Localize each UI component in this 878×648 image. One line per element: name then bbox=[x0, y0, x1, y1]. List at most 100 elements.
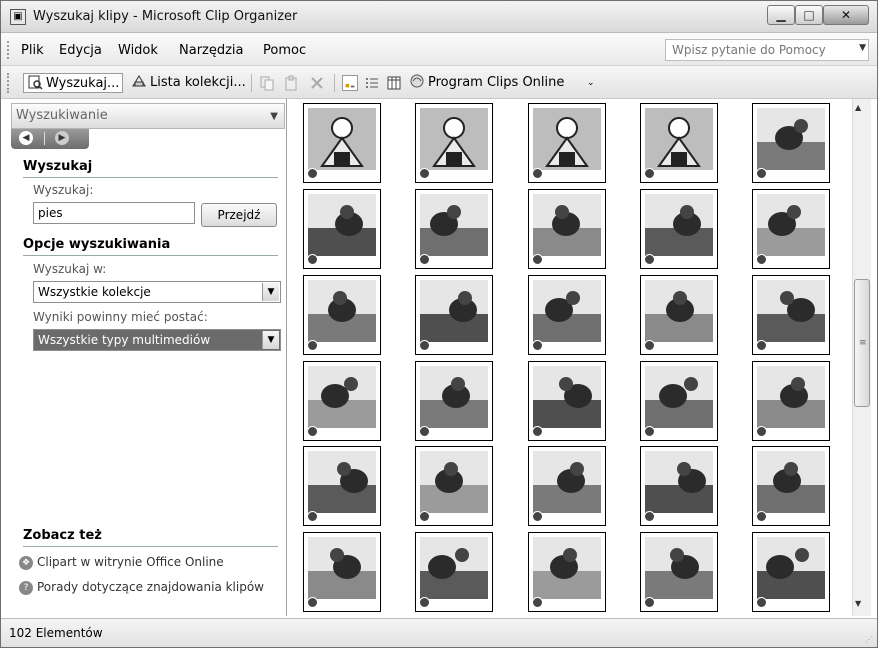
section-divider bbox=[23, 177, 278, 178]
menu-bar: Plik Edycja Widok Narzędzia Pomoc Wpisz … bbox=[1, 33, 877, 66]
results-type-select[interactable]: Wszystkie typy multimediów ▼ bbox=[33, 329, 281, 351]
boxer-dog-photo bbox=[308, 366, 376, 428]
clip-type-badge-icon bbox=[756, 340, 767, 351]
forward-icon[interactable]: ▶ bbox=[55, 131, 69, 145]
menu-widok[interactable]: Widok bbox=[118, 43, 158, 58]
menu-plik[interactable]: Plik bbox=[21, 43, 44, 58]
see-also-title: Zobacz też bbox=[23, 528, 102, 543]
see-also-clipart-link[interactable]: ❖ Clipart w witrynie Office Online bbox=[19, 555, 224, 570]
help-question-input[interactable]: Wpisz pytanie do Pomocy ▼ bbox=[665, 39, 869, 61]
dog-walk-photo bbox=[757, 108, 825, 170]
toolbar-separator bbox=[334, 74, 335, 92]
search-input[interactable]: pies bbox=[33, 202, 195, 224]
clip-thumbnail[interactable] bbox=[303, 446, 381, 526]
clip-thumbnail[interactable] bbox=[415, 361, 493, 441]
clip-thumbnail[interactable] bbox=[640, 532, 718, 612]
clip-thumbnail[interactable] bbox=[415, 446, 493, 526]
clip-type-badge-icon bbox=[307, 597, 318, 608]
rider-beach-photo bbox=[533, 451, 601, 513]
clip-thumbnail[interactable] bbox=[528, 275, 606, 355]
scrollbar-thumb[interactable]: ≡ bbox=[854, 279, 870, 407]
clip-thumbnail[interactable] bbox=[752, 275, 830, 355]
collection-list-button[interactable]: Lista kolekcji... bbox=[131, 73, 246, 93]
back-icon[interactable]: ◀ bbox=[19, 131, 33, 145]
clip-thumbnail[interactable] bbox=[752, 446, 830, 526]
clip-thumbnail[interactable] bbox=[752, 189, 830, 269]
clip-thumbnail[interactable] bbox=[415, 189, 493, 269]
clip-thumbnail[interactable] bbox=[528, 103, 606, 183]
clip-thumbnail[interactable] bbox=[640, 446, 718, 526]
clip-type-badge-icon bbox=[644, 168, 655, 179]
task-pane-navigation: ◀ ▶ bbox=[11, 129, 89, 149]
clip-type-badge-icon bbox=[307, 426, 318, 437]
black-dog-photo bbox=[308, 280, 376, 342]
list-view-icon[interactable] bbox=[364, 75, 380, 91]
dropdown-arrow-icon[interactable]: ▼ bbox=[859, 43, 866, 53]
clip-thumbnail[interactable] bbox=[640, 189, 718, 269]
go-button[interactable]: Przejdź bbox=[201, 203, 277, 227]
dogs-on-shore-photo bbox=[533, 194, 601, 256]
snowy-field-photo bbox=[308, 451, 376, 513]
clip-type-badge-icon bbox=[756, 168, 767, 179]
maximize-button[interactable]: □ bbox=[795, 5, 823, 25]
man-and-boy-photo bbox=[308, 194, 376, 256]
task-pane-title: Wyszukiwanie bbox=[16, 108, 108, 123]
nav-divider bbox=[44, 132, 45, 145]
details-view-icon[interactable] bbox=[386, 75, 402, 91]
clip-thumbnail[interactable] bbox=[303, 275, 381, 355]
clips-online-button[interactable]: Program Clips Online bbox=[409, 73, 564, 93]
doghouse-clipart bbox=[533, 108, 601, 170]
clip-type-badge-icon bbox=[419, 511, 430, 522]
toolbar-grip[interactable] bbox=[7, 73, 10, 93]
dropdown-arrow-icon[interactable]: ▼ bbox=[262, 283, 279, 301]
menu-narzedzia[interactable]: Narzędzia bbox=[179, 43, 244, 58]
clip-thumbnail[interactable] bbox=[415, 275, 493, 355]
toolbar-overflow-icon[interactable]: ⌄ bbox=[587, 73, 595, 93]
clip-thumbnail[interactable] bbox=[415, 532, 493, 612]
clip-thumbnail[interactable] bbox=[415, 103, 493, 183]
clip-thumbnail[interactable] bbox=[303, 189, 381, 269]
chevron-down-icon[interactable]: ▼ bbox=[270, 111, 278, 122]
item-count: 102 Elementów bbox=[9, 626, 103, 640]
clip-type-badge-icon bbox=[307, 340, 318, 351]
see-also-tips-link[interactable]: ? Porady dotyczące znajdowania klipów bbox=[19, 580, 264, 595]
task-pane-header[interactable]: Wyszukiwanie ▼ bbox=[11, 103, 285, 129]
clip-type-badge-icon bbox=[644, 426, 655, 437]
app-icon[interactable]: ▣ bbox=[10, 9, 26, 25]
app-window: ▣ Wyszukaj klipy - Microsoft Clip Organi… bbox=[0, 0, 878, 648]
menu-edycja[interactable]: Edycja bbox=[59, 43, 102, 58]
clip-type-badge-icon bbox=[532, 511, 543, 522]
see-also-tips-label: Porady dotyczące znajdowania klipów bbox=[37, 580, 264, 594]
thumbnails-view-icon[interactable] bbox=[342, 75, 358, 91]
clip-thumbnail[interactable] bbox=[528, 532, 606, 612]
clip-thumbnail[interactable] bbox=[640, 275, 718, 355]
copy-icon[interactable] bbox=[259, 75, 275, 91]
clip-thumbnail[interactable] bbox=[640, 103, 718, 183]
section-divider bbox=[23, 546, 278, 547]
dropdown-arrow-icon[interactable]: ▼ bbox=[262, 331, 279, 349]
clip-thumbnail[interactable] bbox=[303, 361, 381, 441]
minimize-button[interactable]: ▁ bbox=[767, 5, 795, 25]
paste-icon[interactable] bbox=[283, 75, 299, 91]
clips-online-icon bbox=[410, 74, 424, 88]
clip-thumbnail[interactable] bbox=[303, 103, 381, 183]
clip-thumbnail[interactable] bbox=[303, 532, 381, 612]
clip-thumbnail[interactable] bbox=[528, 189, 606, 269]
clip-thumbnail[interactable] bbox=[752, 103, 830, 183]
clip-thumbnail[interactable] bbox=[752, 532, 830, 612]
clip-thumbnail[interactable] bbox=[528, 361, 606, 441]
vertical-scrollbar[interactable]: ▲ ≡ ▼ bbox=[852, 99, 871, 616]
menu-grip[interactable] bbox=[7, 41, 10, 59]
clip-thumbnail[interactable] bbox=[752, 361, 830, 441]
delete-icon[interactable] bbox=[309, 75, 325, 91]
clip-thumbnail[interactable] bbox=[640, 361, 718, 441]
menu-pomoc[interactable]: Pomoc bbox=[263, 43, 306, 58]
search-button[interactable]: Wyszukaj... bbox=[23, 73, 124, 93]
scroll-down-icon[interactable]: ▼ bbox=[855, 599, 861, 608]
resize-grip-icon[interactable]: ⋰ bbox=[865, 635, 873, 644]
scroll-up-icon[interactable]: ▲ bbox=[855, 103, 861, 112]
close-button[interactable]: ✕ bbox=[823, 5, 869, 25]
search-in-select[interactable]: Wszystkie kolekcje ▼ bbox=[33, 281, 281, 303]
clip-thumbnail[interactable] bbox=[528, 446, 606, 526]
chihuahua-photo bbox=[533, 366, 601, 428]
